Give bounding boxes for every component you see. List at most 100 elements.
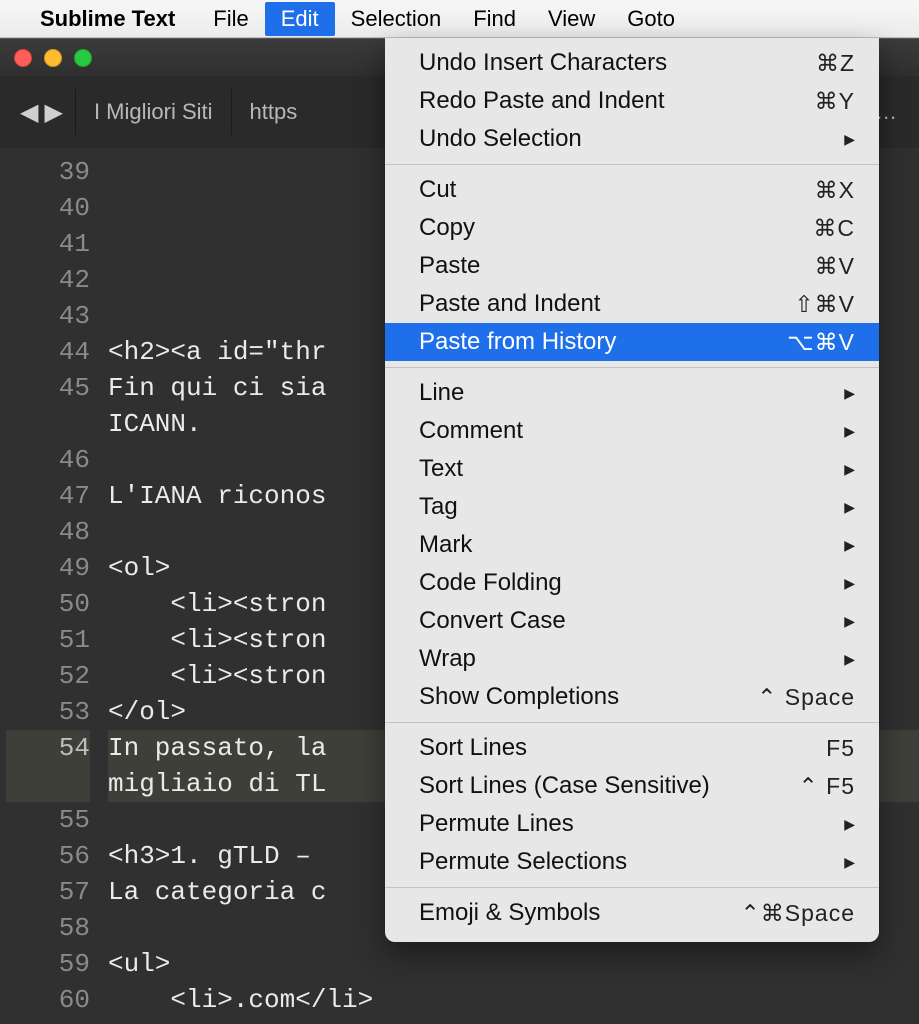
menu-item-sort-lines-case-sensitive[interactable]: Sort Lines (Case Sensitive) ⌃ F5 — [385, 767, 879, 805]
menu-item-label: Code Folding — [419, 569, 562, 597]
close-window-icon[interactable] — [14, 49, 32, 67]
tab-prev-icon[interactable]: ◀ — [20, 98, 38, 127]
line-number: 55 — [6, 802, 90, 838]
menu-item-label: Undo Selection — [419, 125, 582, 153]
menu-item-label: Comment — [419, 417, 523, 445]
menu-item-label: Sort Lines (Case Sensitive) — [419, 772, 710, 800]
code-line[interactable]: <li>.com</li> — [108, 982, 919, 1018]
tab-next-icon[interactable]: ▶ — [44, 98, 62, 127]
menu-item-label: Wrap — [419, 645, 476, 673]
code-line[interactable]: <li>.org</li> — [108, 1018, 919, 1024]
menu-item-tag[interactable]: Tag — [385, 488, 879, 526]
menu-view[interactable]: View — [532, 2, 611, 36]
edit-menu-dropdown: Undo Insert Characters ⌘Z Redo Paste and I… — [385, 38, 879, 942]
menu-item-label: Emoji & Symbols — [419, 899, 600, 927]
menu-item-shortcut: ⌥⌘V — [787, 329, 855, 356]
menu-item-redo-paste-and-indent[interactable]: Redo Paste and Indent ⌘Y — [385, 82, 879, 120]
line-number: 58 — [6, 910, 90, 946]
menu-item-shortcut: ⌘V — [815, 253, 855, 280]
line-number: 53 — [6, 694, 90, 730]
menu-item-label: Paste from History — [419, 328, 616, 356]
menu-item-label: Show Completions — [419, 683, 619, 711]
app-menu[interactable]: Sublime Text — [36, 2, 197, 36]
menu-item-comment[interactable]: Comment — [385, 412, 879, 450]
minimize-window-icon[interactable] — [44, 49, 62, 67]
menu-item-label: Paste and Indent — [419, 290, 600, 318]
menu-item-shortcut: ⌘X — [815, 177, 855, 204]
menu-edit[interactable]: Edit — [265, 2, 335, 36]
menu-file[interactable]: File — [197, 2, 264, 36]
menu-item-emoji-symbols[interactable]: Emoji & Symbols ⌃⌘Space — [385, 894, 879, 932]
line-number: 60 — [6, 982, 90, 1018]
line-number: 47 — [6, 478, 90, 514]
line-number: 56 — [6, 838, 90, 874]
menu-item-mark[interactable]: Mark — [385, 526, 879, 564]
menu-item-text[interactable]: Text — [385, 450, 879, 488]
line-number: 50 — [6, 586, 90, 622]
menu-item-paste[interactable]: Paste ⌘V — [385, 247, 879, 285]
line-number: 57 — [6, 874, 90, 910]
menu-item-shortcut: F5 — [826, 735, 855, 762]
menu-item-label: Copy — [419, 214, 475, 242]
line-number: 51 — [6, 622, 90, 658]
menu-item-code-folding[interactable]: Code Folding — [385, 564, 879, 602]
menu-item-undo-insert-characters[interactable]: Undo Insert Characters ⌘Z — [385, 44, 879, 82]
menu-find[interactable]: Find — [457, 2, 532, 36]
line-number: 43 — [6, 298, 90, 334]
menu-item-paste-from-history[interactable]: Paste from History ⌥⌘V — [385, 323, 879, 361]
menu-item-shortcut: ⌃ F5 — [798, 773, 855, 800]
menu-item-shortcut: ⌘Z — [816, 50, 855, 77]
menu-item-shortcut: ⌃ Space — [757, 684, 855, 711]
menu-item-label: Paste — [419, 252, 480, 280]
menu-item-permute-selections[interactable]: Permute Selections — [385, 843, 879, 881]
line-number-wrap — [6, 406, 90, 442]
menu-item-label: Line — [419, 379, 464, 407]
menu-item-shortcut: ⇧⌘V — [794, 291, 855, 318]
menu-item-paste-and-indent[interactable]: Paste and Indent ⇧⌘V — [385, 285, 879, 323]
tab-nav-arrows[interactable]: ◀ ▶ — [8, 98, 75, 127]
line-number: 40 — [6, 190, 90, 226]
tab-item[interactable]: https — [231, 89, 316, 135]
menu-item-shortcut: ⌘C — [813, 215, 855, 242]
menu-item-wrap[interactable]: Wrap — [385, 640, 879, 678]
menu-selection[interactable]: Selection — [335, 2, 458, 36]
menu-goto[interactable]: Goto — [611, 2, 691, 36]
line-number: 45 — [6, 370, 90, 406]
menu-item-label: Convert Case — [419, 607, 566, 635]
menu-item-label: Cut — [419, 176, 456, 204]
line-number: 49 — [6, 550, 90, 586]
menu-item-permute-lines[interactable]: Permute Lines — [385, 805, 879, 843]
menu-item-shortcut: ⌘Y — [815, 88, 855, 115]
code-line[interactable]: <ul> — [108, 946, 919, 982]
line-number-wrap — [6, 766, 90, 802]
line-number: 54 — [6, 730, 90, 766]
menu-item-label: Undo Insert Characters — [419, 49, 667, 77]
menu-item-label: Sort Lines — [419, 734, 527, 762]
line-number: 48 — [6, 514, 90, 550]
zoom-window-icon[interactable] — [74, 49, 92, 67]
line-number: 46 — [6, 442, 90, 478]
line-number: 41 — [6, 226, 90, 262]
line-number: 59 — [6, 946, 90, 982]
menu-item-label: Redo Paste and Indent — [419, 87, 665, 115]
menu-item-convert-case[interactable]: Convert Case — [385, 602, 879, 640]
menu-item-cut[interactable]: Cut ⌘X — [385, 171, 879, 209]
menu-item-label: Permute Lines — [419, 810, 574, 838]
menu-item-label: Text — [419, 455, 463, 483]
menu-item-label: Permute Selections — [419, 848, 627, 876]
menu-item-label: Tag — [419, 493, 458, 521]
menu-item-undo-selection[interactable]: Undo Selection — [385, 120, 879, 158]
menu-item-copy[interactable]: Copy ⌘C — [385, 209, 879, 247]
line-number: 61 — [6, 1018, 90, 1024]
line-number: 52 — [6, 658, 90, 694]
menu-item-show-completions[interactable]: Show Completions ⌃ Space — [385, 678, 879, 716]
line-number: 42 — [6, 262, 90, 298]
menu-item-sort-lines[interactable]: Sort Lines F5 — [385, 729, 879, 767]
menu-item-label: Mark — [419, 531, 472, 559]
line-number: 44 — [6, 334, 90, 370]
line-number: 39 — [6, 154, 90, 190]
tab-item[interactable]: I Migliori Siti — [75, 89, 231, 135]
line-number-gutter: 39404142434445 464748495051525354 55565758… — [0, 148, 108, 1024]
menu-item-shortcut: ⌃⌘Space — [741, 900, 856, 927]
menu-item-line[interactable]: Line — [385, 374, 879, 412]
